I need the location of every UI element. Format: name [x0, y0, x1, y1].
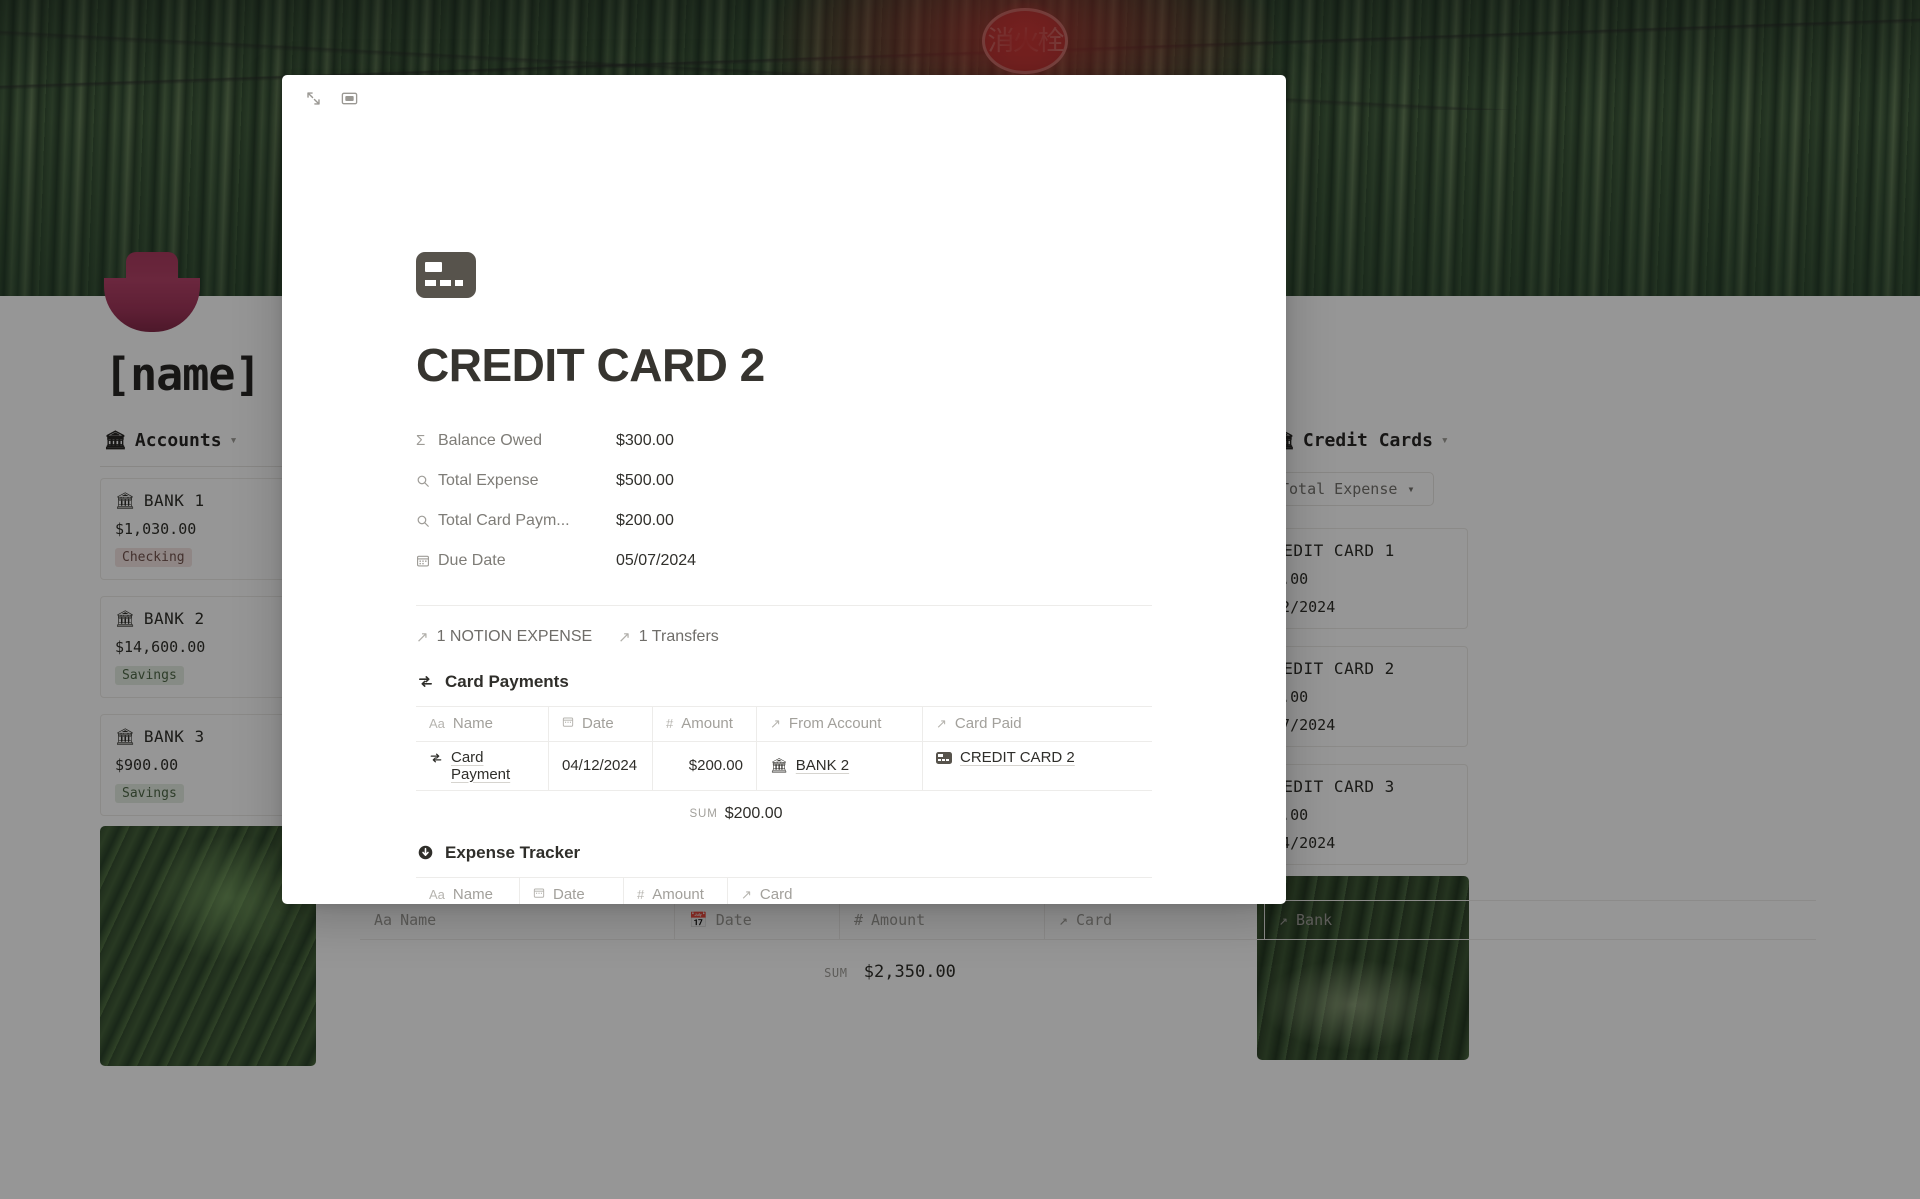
cell-name-text[interactable]: Card Payment — [451, 749, 535, 783]
property-row-balance-owed[interactable]: Σ Balance Owed $300.00 — [416, 421, 1152, 461]
relation-arrow-icon: ↗ — [618, 628, 631, 646]
column-header-date[interactable]: Date — [549, 706, 653, 741]
property-value[interactable]: $500.00 — [616, 472, 674, 490]
cell-from-account[interactable]: 🏛 BANK 2 — [757, 741, 923, 790]
property-label: Due Date — [438, 551, 506, 569]
modal-topbar — [282, 75, 1286, 121]
cell-amount[interactable]: $200.00 — [653, 741, 757, 790]
credit-card-icon[interactable] — [416, 252, 476, 298]
cell-card-paid-text[interactable]: CREDIT CARD 2 — [960, 749, 1075, 766]
property-value[interactable]: 05/07/2024 — [616, 552, 696, 570]
card-payments-sum[interactable]: SUM $200.00 — [368, 791, 1104, 823]
cell-date[interactable]: 04/12/2024 — [549, 741, 653, 790]
content-divider — [416, 604, 1152, 606]
column-header-amount[interactable]: # Amount — [653, 706, 757, 741]
column-header-name[interactable]: Aa Name — [416, 877, 520, 904]
expand-diagonal-icon[interactable] — [300, 85, 326, 111]
table-row[interactable]: Card Payment 04/12/2024 $200.00 🏛 BANK 2… — [416, 741, 1152, 791]
relation-link-label: 1 Transfers — [638, 627, 719, 645]
section-header-card-payments[interactable]: Card Payments — [416, 672, 1152, 692]
property-label: Total Expense — [438, 471, 539, 489]
relation-arrow-icon: ↗ — [416, 628, 429, 646]
title-icon: Aa — [429, 887, 445, 903]
page-title[interactable]: CREDIT CARD 2 — [416, 340, 1152, 391]
section-title: Card Payments — [445, 671, 569, 691]
modal-body: CREDIT CARD 2 Σ Balance Owed $300.00 Tot… — [282, 121, 1286, 904]
cell-card-paid[interactable]: CREDIT CARD 2 — [923, 742, 1152, 790]
column-header-card-paid[interactable]: ↗ Card Paid — [923, 707, 1152, 741]
down-arrow-circle-icon — [416, 844, 434, 862]
formula-search-icon — [416, 514, 438, 528]
relation-link-notion-expense[interactable]: ↗ 1 NOTION EXPENSE — [416, 628, 592, 646]
relation-links: ↗ 1 NOTION EXPENSE ↗ 1 Transfers — [416, 628, 1152, 646]
relation-icon: ↗ — [741, 886, 752, 902]
number-icon: # — [666, 716, 674, 732]
property-row-total-expense[interactable]: Total Expense $500.00 — [416, 461, 1152, 501]
sum-label: SUM — [689, 807, 718, 820]
column-header-from-account[interactable]: ↗ From Account — [757, 706, 923, 741]
column-header-name[interactable]: Aa Name — [416, 706, 549, 741]
sync-arrows-icon — [416, 673, 434, 691]
column-header-date[interactable]: Date — [520, 877, 624, 904]
relation-icon: ↗ — [770, 715, 781, 731]
sum-value: $200.00 — [724, 804, 783, 822]
section-header-expense-tracker[interactable]: Expense Tracker — [416, 843, 1152, 863]
credit-card-icon — [936, 751, 952, 764]
property-label: Total Card Paym... — [438, 511, 570, 529]
date-icon — [562, 716, 574, 731]
title-icon: Aa — [429, 716, 445, 732]
property-row-total-card-payments[interactable]: Total Card Paym... $200.00 — [416, 501, 1152, 541]
property-value[interactable]: $200.00 — [616, 512, 674, 530]
relation-icon: ↗ — [936, 715, 947, 731]
relation-link-transfers[interactable]: ↗ 1 Transfers — [618, 628, 719, 646]
bank-icon: 🏛 — [770, 757, 788, 774]
cell-from-account-text[interactable]: BANK 2 — [796, 757, 849, 774]
column-header-card[interactable]: ↗ Card — [728, 878, 1152, 904]
expense-tracker-table: Aa Name Date # Amount ↗ Card — [416, 876, 1152, 904]
rollup-sigma-icon: Σ — [416, 432, 426, 450]
number-icon: # — [637, 887, 645, 903]
page-detail-modal: CREDIT CARD 2 Σ Balance Owed $300.00 Tot… — [282, 75, 1286, 904]
card-payments-table: Aa Name Date # Amount ↗ From Account ↗ C… — [416, 705, 1152, 791]
section-title: Expense Tracker — [445, 842, 581, 862]
property-value[interactable]: $300.00 — [616, 432, 674, 450]
table-header-row: Aa Name Date # A — [416, 705, 1152, 742]
column-header-amount[interactable]: # Amount — [624, 877, 728, 904]
cell-name[interactable]: Card Payment — [416, 741, 549, 790]
sync-arrows-icon — [429, 751, 443, 768]
property-label: Balance Owed — [438, 431, 543, 449]
date-icon — [533, 887, 545, 902]
side-peek-icon[interactable] — [336, 85, 362, 111]
property-row-due-date[interactable]: Due Date 05/07/2024 — [416, 541, 1152, 581]
table-header-row: Aa Name Date # A — [416, 876, 1152, 904]
date-calendar-icon — [416, 554, 438, 568]
relation-link-label: 1 NOTION EXPENSE — [436, 627, 593, 645]
property-list: Σ Balance Owed $300.00 Total Expense $50… — [416, 421, 1152, 581]
formula-search-icon — [416, 474, 438, 488]
